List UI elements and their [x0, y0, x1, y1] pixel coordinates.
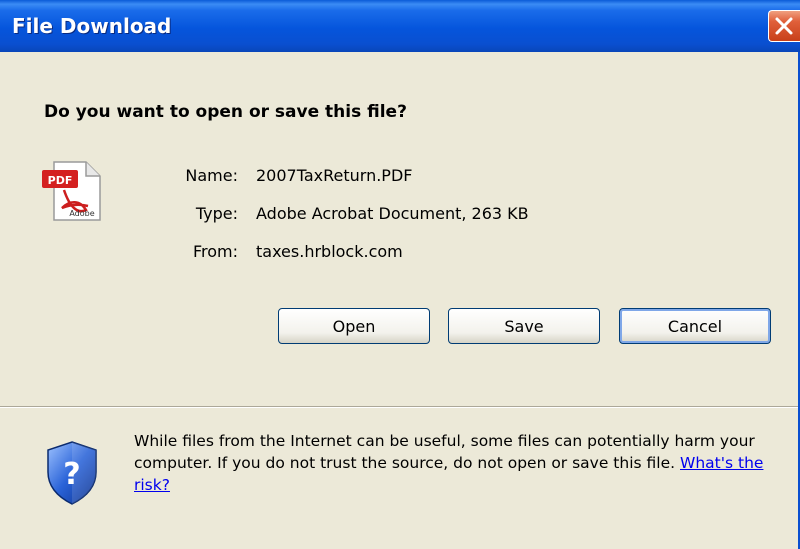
open-button[interactable]: Open — [278, 308, 430, 344]
file-source-label: From: — [192, 242, 238, 261]
svg-text:?: ? — [63, 457, 80, 492]
security-warning: While files from the Internet can be use… — [134, 430, 784, 496]
file-type-value: Adobe Acrobat Document, 263 KB — [256, 204, 529, 223]
dialog-question: Do you want to open or save this file? — [44, 102, 407, 122]
file-source-value: taxes.hrblock.com — [256, 242, 403, 261]
close-icon — [775, 17, 793, 35]
file-type-label: Type: — [195, 204, 238, 223]
window-title: File Download — [12, 14, 172, 38]
file-type-row: Type: Adobe Acrobat Document, 263 KB — [0, 204, 800, 228]
file-name-row: Name: 2007TaxReturn.PDF — [0, 166, 800, 190]
divider-highlight — [0, 407, 798, 408]
security-warning-text: While files from the Internet can be use… — [134, 432, 755, 472]
cancel-button[interactable]: Cancel — [619, 308, 771, 344]
close-button[interactable] — [768, 10, 800, 42]
security-shield-icon: ? — [47, 441, 97, 505]
dialog-body: Do you want to open or save this file? P… — [0, 52, 800, 549]
save-button[interactable]: Save — [448, 308, 600, 344]
file-name-label: Name: — [185, 166, 238, 185]
file-name-value: 2007TaxReturn.PDF — [256, 166, 413, 185]
title-bar[interactable]: File Download — [0, 0, 800, 52]
file-source-row: From: taxes.hrblock.com — [0, 242, 800, 266]
